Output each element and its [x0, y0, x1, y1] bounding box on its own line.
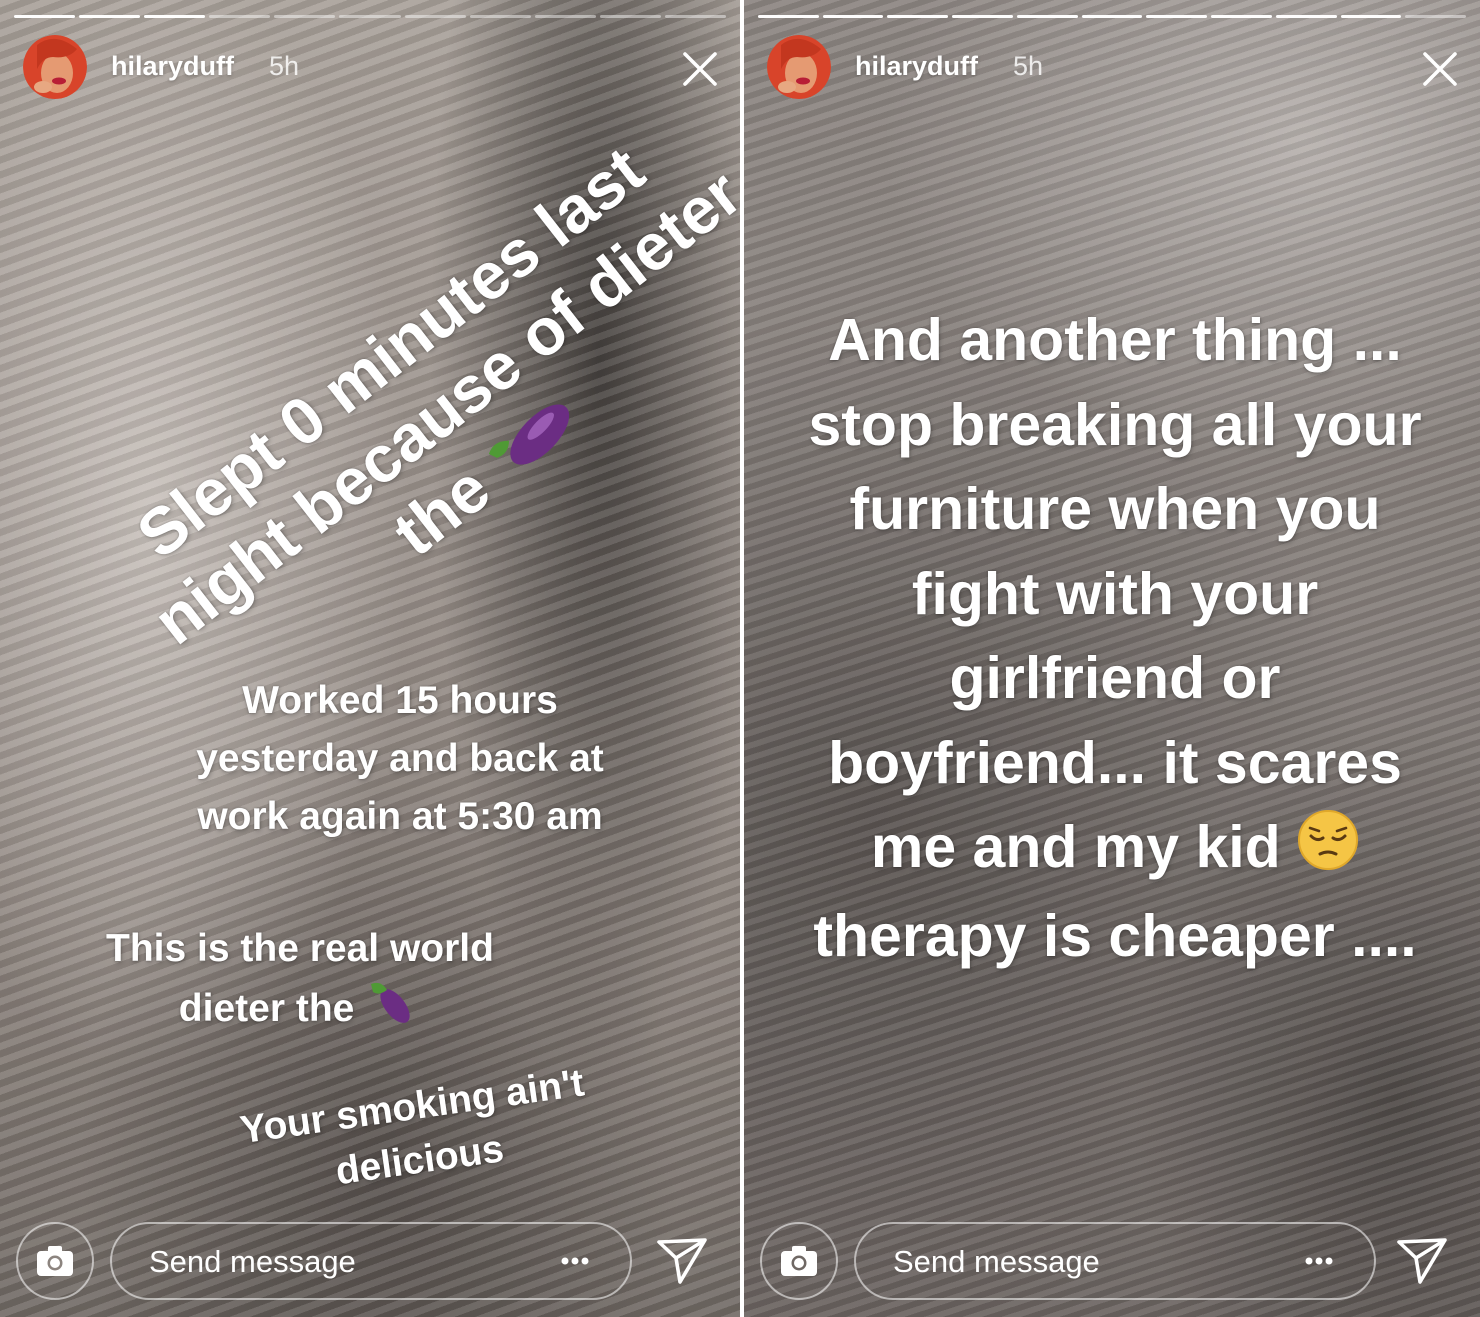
caption-line: This is the real world — [106, 927, 494, 970]
progress-segment — [758, 15, 819, 18]
story-caption-2: Worked 15 hours yesterday and back at wo… — [150, 672, 650, 846]
progress-segment — [14, 15, 76, 18]
progress-segment — [534, 15, 596, 18]
story-header: hilaryduff 5h — [23, 35, 720, 99]
progress-segment — [339, 15, 401, 18]
send-icon[interactable] — [1396, 1236, 1448, 1286]
progress-segment — [274, 15, 336, 18]
story-timestamp: 5h — [1013, 51, 1044, 81]
avatar[interactable] — [767, 35, 831, 99]
username[interactable]: hilaryduff — [111, 51, 234, 82]
story-caption-3: This is the real world dieter the — [82, 920, 518, 1043]
progress-segment — [1275, 15, 1337, 18]
progress-segment — [209, 15, 271, 18]
camera-icon[interactable] — [16, 1222, 94, 1300]
caption-line: Worked 15 hours — [242, 679, 558, 722]
story-progress-bar — [14, 15, 727, 19]
camera-icon[interactable] — [760, 1222, 838, 1300]
send-message-input[interactable]: Send message — [110, 1222, 632, 1300]
close-icon[interactable] — [1420, 49, 1460, 89]
progress-segment — [1146, 15, 1208, 18]
caption-line: therapy is cheaper .... — [813, 902, 1417, 969]
caption-line: girlfriend or — [949, 645, 1281, 711]
more-icon[interactable] — [558, 1246, 592, 1276]
progress-segment — [664, 15, 727, 18]
caption-line: furniture when you — [849, 476, 1381, 542]
avatar[interactable] — [23, 35, 87, 99]
progress-segment — [469, 15, 531, 18]
send-message-input[interactable]: Send message — [854, 1222, 1376, 1300]
caption-line: me and my kid — [764, 805, 1466, 894]
progress-segment — [887, 15, 949, 18]
progress-segment — [1211, 15, 1272, 18]
story-caption: And another thing ... stop breaking all … — [764, 298, 1466, 978]
caption-line: stop breaking all your — [808, 391, 1422, 458]
story-footer: Send message — [16, 1222, 724, 1302]
story-panel-right: hilaryduff 5h And another thing ... stop… — [744, 0, 1480, 1317]
progress-segment — [599, 15, 661, 18]
story-header: hilaryduff 5h — [767, 35, 1460, 99]
progress-segment — [144, 15, 206, 18]
story-timestamp: 5h — [269, 51, 300, 81]
close-icon[interactable] — [680, 49, 720, 89]
progress-segment — [1340, 15, 1402, 18]
username[interactable]: hilaryduff — [855, 51, 978, 82]
pensive-face-emoji — [1297, 809, 1359, 894]
caption-text: me and my kid — [870, 814, 1281, 880]
eggplant-emoji — [365, 978, 421, 1043]
more-icon[interactable] — [1302, 1246, 1336, 1276]
caption-line: work again at 5:30 am — [197, 795, 603, 838]
progress-segment — [79, 15, 141, 18]
send-icon[interactable] — [656, 1236, 708, 1286]
progress-segment — [822, 15, 884, 18]
caption-line: yesterday and back at — [196, 737, 604, 780]
story-panel-left: hilaryduff 5h Slept 0 minutes last night… — [0, 0, 740, 1317]
caption-line: dieter the — [82, 978, 518, 1043]
progress-segment — [952, 15, 1013, 18]
story-footer: Send message — [760, 1222, 1464, 1302]
message-placeholder: Send message — [149, 1244, 356, 1279]
caption-line: And another thing ... — [828, 307, 1402, 373]
progress-segment — [1016, 15, 1078, 18]
progress-segment — [1405, 15, 1467, 18]
story-progress-bar — [758, 15, 1467, 19]
caption-line: boyfriend... it scares — [828, 729, 1402, 796]
caption-line: fight with your — [911, 560, 1319, 627]
progress-segment — [1081, 15, 1143, 18]
caption-text: dieter the — [178, 986, 355, 1030]
progress-segment — [404, 15, 466, 18]
message-placeholder: Send message — [893, 1244, 1100, 1279]
